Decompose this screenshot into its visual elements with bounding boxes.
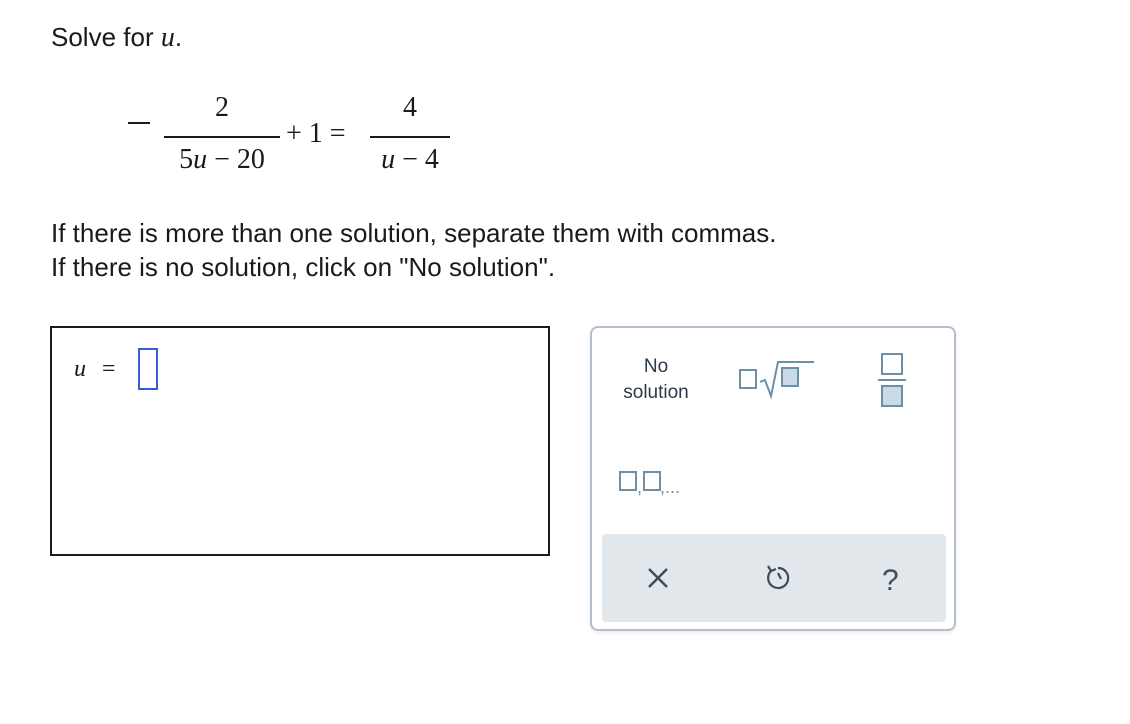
right-denominator-var: u <box>381 144 396 175</box>
square-root-button[interactable] <box>738 356 816 400</box>
answer-equals: = <box>102 356 116 382</box>
prompt-variable: u <box>160 22 175 53</box>
no-solution-label-line-1: No <box>643 356 669 377</box>
prompt-period: . <box>174 22 183 52</box>
no-solution-button[interactable]: No solution <box>610 354 702 406</box>
left-numerator: 2 <box>215 92 229 123</box>
list-icon: , ,... <box>619 471 680 497</box>
right-fraction-bar <box>370 136 450 138</box>
math-palette: No solution , ,... ? <box>590 326 956 631</box>
help-button[interactable]: ? <box>874 560 910 597</box>
equation-middle: + 1 = <box>286 118 346 149</box>
left-denominator: 5u − 20 <box>164 144 280 176</box>
left-fraction: 2 5u − 20 <box>164 92 280 182</box>
help-icon: ? <box>882 564 899 597</box>
answer-label: u = <box>74 356 116 383</box>
fraction-button[interactable] <box>876 352 908 408</box>
right-numerator: 4 <box>403 92 417 123</box>
undo-button[interactable] <box>760 560 796 596</box>
square-root-icon <box>739 361 814 400</box>
right-denominator-rest: − 4 <box>402 144 439 175</box>
left-denominator-coef: 5 <box>179 144 194 175</box>
clear-button[interactable] <box>640 560 676 596</box>
question-prompt: Solve for u. <box>51 22 182 54</box>
answer-area[interactable]: u = <box>50 326 550 556</box>
right-fraction: 4 u − 4 <box>370 92 450 182</box>
action-bar: ? <box>602 534 946 622</box>
svg-text:,: , <box>637 477 642 497</box>
list-button[interactable]: , ,... <box>618 466 698 500</box>
leading-minus-sign <box>128 122 150 124</box>
fraction-icon <box>878 353 906 407</box>
prompt-text: Solve for <box>51 22 154 52</box>
list-suffix: ,... <box>660 477 680 497</box>
instruction-line-1: If there is more than one solution, sepa… <box>51 218 777 248</box>
left-denominator-rest: − 20 <box>214 144 265 175</box>
equation: 2 5u − 20 + 1 = 4 u − 4 <box>128 92 468 182</box>
answer-input-field[interactable] <box>138 348 158 390</box>
left-fraction-bar <box>164 136 280 138</box>
answer-variable: u <box>74 356 86 382</box>
instructions: If there is more than one solution, sepa… <box>51 216 776 284</box>
instruction-line-2: If there is no solution, click on "No so… <box>51 252 556 282</box>
undo-icon <box>767 565 790 590</box>
no-solution-label-line-2: solution <box>623 382 689 403</box>
right-denominator: u − 4 <box>370 144 450 176</box>
left-denominator-var: u <box>193 144 208 175</box>
svg-text:?: ? <box>882 564 899 596</box>
clear-icon <box>648 568 668 588</box>
